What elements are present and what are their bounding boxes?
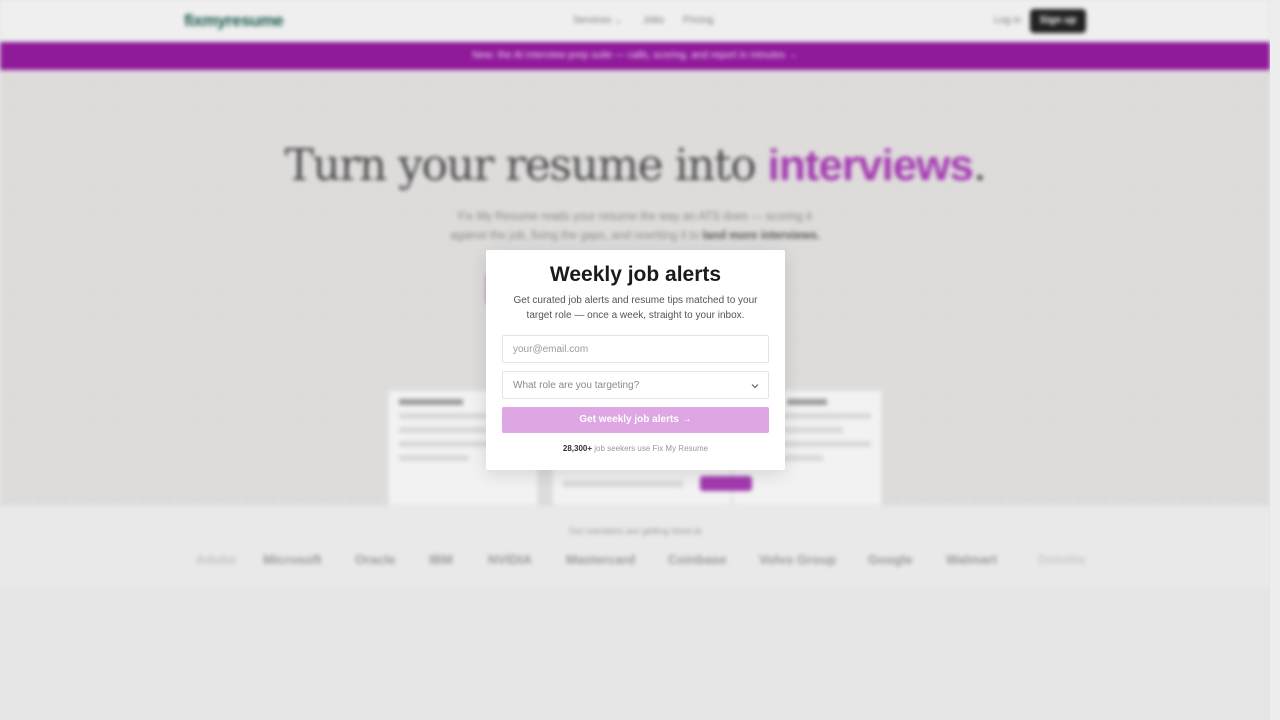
nav-pricing[interactable]: Pricing (683, 15, 714, 26)
hero-title: Turn your resume into interviews. (0, 140, 1270, 191)
company-logo: Google (868, 552, 913, 567)
nav-jobs[interactable]: Jobs (643, 15, 664, 26)
company-logo: Coinbase (668, 552, 727, 567)
logo[interactable]: fixmyresume (184, 11, 284, 31)
top-nav: fixmyresume Services ⌄ Jobs Pricing Log … (0, 0, 1270, 42)
lower-section (0, 586, 1270, 720)
company-logo: NVIDIA (488, 552, 533, 567)
job-alerts-modal: Weekly job alerts Get curated job alerts… (486, 250, 785, 470)
nav-services[interactable]: Services ⌄ (573, 15, 623, 26)
logos-section (0, 506, 1270, 586)
social-proof-count: 28,300+ (562, 444, 593, 453)
hero-subtitle-bold: land more interviews. (702, 230, 821, 242)
email-input[interactable] (502, 335, 769, 363)
company-logo: IBM (429, 552, 453, 567)
login-link[interactable]: Log in (994, 15, 1021, 26)
preview-button (700, 476, 752, 491)
company-logo: Mastercard (566, 552, 636, 567)
company-logo: Microsoft (263, 552, 322, 567)
signup-button[interactable]: Sign up (1030, 9, 1086, 33)
chevron-down-icon (751, 384, 759, 389)
hero-title-accent: interviews (767, 141, 974, 190)
modal-description: Get curated job alerts and resume tips m… (513, 295, 758, 321)
hero-subtitle-line1: Fix My Resume reads your resume the way … (458, 211, 812, 223)
company-logo: Adobe (196, 552, 237, 567)
logos-caption: Our members are getting hired at (568, 526, 702, 536)
social-proof-text: job seekers use Fix My Resume (592, 444, 709, 453)
scrollbar[interactable] (1270, 0, 1280, 720)
hero-title-end: . (972, 140, 987, 191)
company-logo: Walmart (946, 552, 997, 567)
company-logo: Deloitte (1038, 552, 1086, 567)
social-proof: 28,300+ job seekers use Fix My Resume (486, 444, 785, 453)
announcement-banner[interactable]: New: the AI interview prep suite — calls… (0, 42, 1270, 70)
hero-subtitle: Fix My Resume reads your resume the way … (440, 208, 830, 246)
get-alerts-button[interactable]: Get weekly job alerts → (502, 407, 769, 433)
role-select[interactable]: What role are you targeting? (502, 371, 769, 399)
modal-title: Weekly job alerts (549, 263, 722, 286)
company-logo: Volvo Group (759, 552, 837, 567)
company-logo: Oracle (355, 552, 396, 567)
role-select-placeholder: What role are you targeting? (513, 380, 640, 391)
hero-title-main: Turn your resume into (284, 140, 768, 191)
hero-subtitle-line2: against the job, fixing the gaps, and re… (449, 230, 703, 242)
